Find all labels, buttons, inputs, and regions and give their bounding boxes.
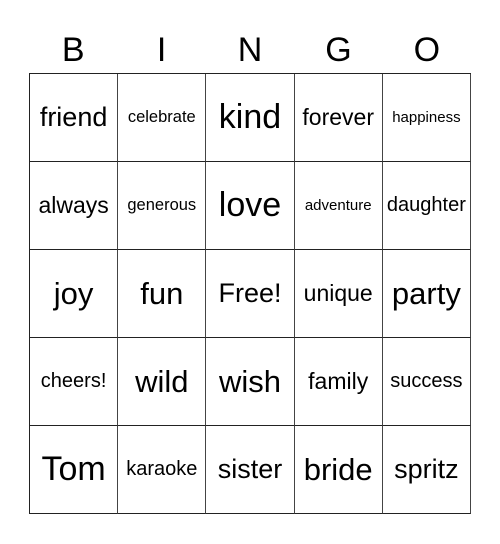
bingo-cell: daughter	[382, 162, 471, 250]
header-letter-o: O	[413, 31, 441, 69]
bingo-cell: generous	[118, 162, 207, 250]
bingo-cell: bride	[294, 426, 383, 514]
bingo-cell: forever	[294, 74, 383, 162]
bingo-header: B I N G O	[29, 28, 471, 73]
bingo-cell: love	[206, 162, 295, 250]
bingo-grid: friend celebrate kind forever happiness …	[29, 73, 471, 514]
bingo-cell: wish	[206, 338, 295, 426]
bingo-cell: joy	[30, 250, 119, 338]
bingo-cell: party	[382, 250, 471, 338]
bingo-cell: happiness	[382, 74, 471, 162]
bingo-cell: cheers!	[30, 338, 119, 426]
bingo-cell: success	[382, 338, 471, 426]
bingo-cell: adventure	[294, 162, 383, 250]
bingo-cell: family	[294, 338, 383, 426]
bingo-cell: Tom	[30, 426, 119, 514]
header-letter-b: B	[61, 31, 85, 69]
bingo-cell: celebrate	[118, 74, 207, 162]
bingo-cell: unique	[294, 250, 383, 338]
header-letter-i: I	[156, 31, 167, 69]
bingo-cell: kind	[206, 74, 295, 162]
header-letter-g: G	[325, 31, 352, 69]
bingo-cell: fun	[118, 250, 207, 338]
bingo-cell: spritz	[382, 426, 471, 514]
bingo-cell: always	[30, 162, 119, 250]
header-letter-n: N	[237, 31, 263, 69]
bingo-cell: sister	[206, 426, 295, 514]
bingo-cell: wild	[118, 338, 207, 426]
bingo-cell: friend	[30, 74, 119, 162]
bingo-cell: karaoke	[118, 426, 207, 514]
free-space: Free!	[206, 250, 295, 338]
